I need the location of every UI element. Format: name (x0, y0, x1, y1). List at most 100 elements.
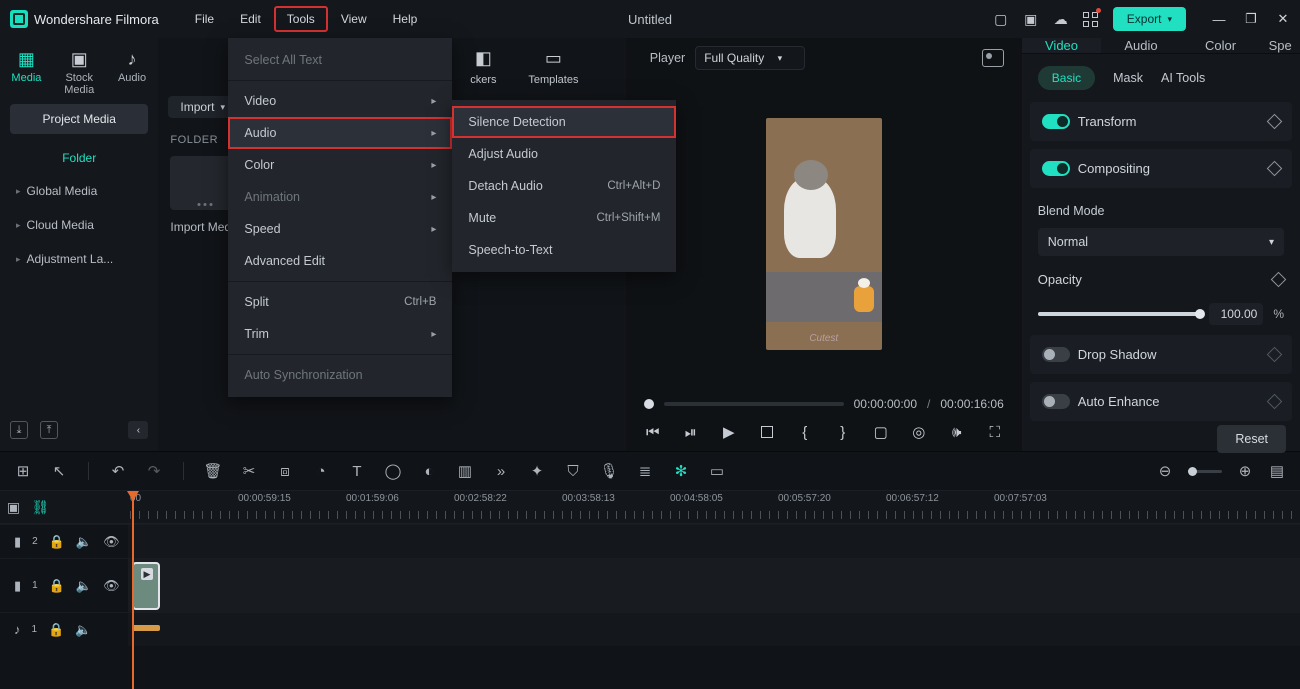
more-icon[interactable]: » (492, 463, 510, 480)
source-tab-media[interactable]: ▦ Media (0, 48, 53, 84)
lock-icon[interactable]: 🔒 (49, 578, 65, 594)
tools-item-trim[interactable]: Trim▸ (228, 318, 452, 350)
new-folder-button[interactable]: ⤓ (10, 421, 28, 439)
menu-help[interactable]: Help (381, 7, 430, 31)
bin-tab-templates[interactable]: ▭ Templates (518, 48, 588, 86)
collapse-panel-button[interactable]: ‹ (128, 421, 148, 439)
auto-enhance-toggle[interactable] (1042, 394, 1070, 409)
folder-tab[interactable]: Folder (0, 142, 158, 174)
compositing-section[interactable]: Compositing (1030, 149, 1292, 188)
mark-in-button[interactable]: { (796, 424, 814, 441)
snapshot-button[interactable] (982, 49, 1004, 67)
blend-mode-select[interactable]: Normal ▾ (1038, 228, 1284, 256)
save-icon[interactable]: ▣ (1023, 11, 1039, 27)
keyframe-icon[interactable] (1267, 394, 1283, 410)
prop-tab-audio[interactable]: Audio (1101, 38, 1181, 53)
delete-icon[interactable]: 🗑 (204, 462, 222, 480)
fullscreen-icon[interactable]: ⛶ (986, 424, 1004, 441)
link-icon[interactable]: ⛓ (27, 499, 54, 516)
scrub-track[interactable] (664, 402, 844, 406)
volume-icon[interactable]: 🕪 (948, 424, 966, 441)
transform-section[interactable]: Transform (1030, 102, 1292, 141)
track-a1[interactable]: ♪1 🔒 🔈 (0, 612, 1300, 646)
timeline-view-icon[interactable]: ▤ (1268, 462, 1286, 480)
auto-enhance-section[interactable]: Auto Enhance (1030, 382, 1292, 421)
camera-icon[interactable]: ◎ (910, 423, 928, 441)
subtab-aitools[interactable]: AI Tools (1161, 71, 1205, 85)
tools-item-color[interactable]: Color▸ (228, 149, 452, 181)
minimize-button[interactable]: — (1212, 12, 1226, 26)
keyframe-icon[interactable] (1267, 347, 1283, 363)
export-button[interactable]: Export ▾ (1113, 7, 1186, 31)
audio-item-speech-to-text[interactable]: Speech-to-Text (452, 234, 676, 266)
video-preview[interactable]: Cutest (644, 78, 1004, 389)
mute-icon[interactable]: 🔈 (76, 578, 92, 594)
zoom-slider[interactable] (1188, 470, 1222, 473)
tools-item-audio[interactable]: Audio▸ (228, 117, 452, 149)
reset-button[interactable]: Reset (1217, 425, 1286, 453)
scrub-handle[interactable] (644, 399, 654, 409)
video-clip[interactable] (132, 562, 160, 610)
source-tab-audio[interactable]: ♪ Audio (106, 48, 159, 84)
track-v2[interactable]: ▮2 🔒 🔈 👁 (0, 524, 1300, 558)
side-item-adjustment[interactable]: ▸Adjustment La... (10, 242, 148, 276)
undo-icon[interactable]: ↶ (109, 462, 127, 480)
zoom-in-icon[interactable]: ⊕ (1236, 462, 1254, 480)
pointer-icon[interactable]: ↖ (50, 462, 68, 480)
timeline-ruler[interactable]: ▣ ⛓ 0000:00:59:1500:01:59:0600:02:58:220… (0, 490, 1300, 524)
import-button[interactable]: Import ▾ (168, 96, 235, 118)
prop-tab-color[interactable]: Color (1181, 38, 1261, 53)
zoom-out-icon[interactable]: ⊖ (1156, 462, 1174, 480)
track-v1[interactable]: ▮1 🔒 🔈 👁 (0, 558, 1300, 612)
apps-icon[interactable] (1083, 11, 1099, 27)
side-item-cloud[interactable]: ▸Cloud Media (10, 208, 148, 242)
play-pause-button[interactable]: ⏯ (682, 424, 700, 441)
track-icon[interactable]: ◯ (384, 462, 402, 480)
prop-tab-video[interactable]: Video (1022, 38, 1102, 53)
visible-icon[interactable]: 👁 (103, 534, 120, 550)
shield-icon[interactable]: ⛉ (564, 463, 582, 480)
keyframe-tool-icon[interactable]: ▥ (456, 462, 474, 480)
bin-tab-stickers[interactable]: ◧ ckers (448, 48, 518, 86)
subtab-mask[interactable]: Mask (1113, 71, 1143, 85)
side-item-global[interactable]: ▸Global Media (10, 174, 148, 208)
close-button[interactable]: ✕ (1276, 12, 1290, 26)
lock-icon[interactable]: 🔒 (49, 534, 65, 550)
play-button[interactable]: ▶ (720, 423, 738, 441)
drop-shadow-section[interactable]: Drop Shadow (1030, 335, 1292, 374)
audio-item-mute[interactable]: MuteCtrl+Shift+M (452, 202, 676, 234)
color-icon[interactable]: ◐ (420, 463, 438, 480)
cut-icon[interactable]: ✂ (240, 462, 258, 480)
display-button[interactable]: ▢ (872, 423, 890, 441)
audio-item-adjust-audio[interactable]: Adjust Audio (452, 138, 676, 170)
mute-icon[interactable]: 🔈 (76, 534, 92, 550)
opacity-value[interactable]: 100.00 (1209, 303, 1263, 325)
lock-icon[interactable]: 🔒 (48, 622, 64, 638)
redo-icon[interactable]: ↷ (145, 462, 163, 480)
cloud-icon[interactable]: ☁ (1053, 11, 1069, 27)
tools-item-video[interactable]: Video▸ (228, 85, 452, 117)
speed-icon[interactable]: ◔ (312, 463, 330, 480)
mixer-icon[interactable]: ≣ (636, 462, 654, 480)
subtab-basic[interactable]: Basic (1038, 66, 1095, 90)
prev-frame-button[interactable]: ⏮ (644, 424, 662, 441)
menu-edit[interactable]: Edit (228, 7, 273, 31)
audio-clip[interactable] (132, 625, 160, 631)
source-tab-stock[interactable]: ▣ Stock Media (53, 48, 106, 96)
stop-button[interactable] (758, 426, 776, 438)
crop-icon[interactable]: ⧈ (276, 463, 294, 480)
frame-icon[interactable]: ▭ (708, 462, 726, 480)
mute-icon[interactable]: 🔈 (75, 622, 91, 638)
menu-tools[interactable]: Tools (275, 7, 327, 31)
opacity-slider[interactable] (1038, 312, 1200, 316)
quality-select[interactable]: Full Quality ▾ (695, 46, 805, 70)
menu-view[interactable]: View (329, 7, 379, 31)
text-icon[interactable]: T (348, 463, 366, 480)
project-media-header[interactable]: Project Media (10, 104, 148, 134)
transform-toggle[interactable] (1042, 114, 1070, 129)
keyframe-icon[interactable] (1267, 114, 1283, 130)
drop-shadow-toggle[interactable] (1042, 347, 1070, 362)
playhead[interactable] (132, 491, 134, 689)
prop-tab-speed[interactable]: Spe (1260, 38, 1300, 53)
visible-icon[interactable]: 👁 (103, 578, 120, 594)
